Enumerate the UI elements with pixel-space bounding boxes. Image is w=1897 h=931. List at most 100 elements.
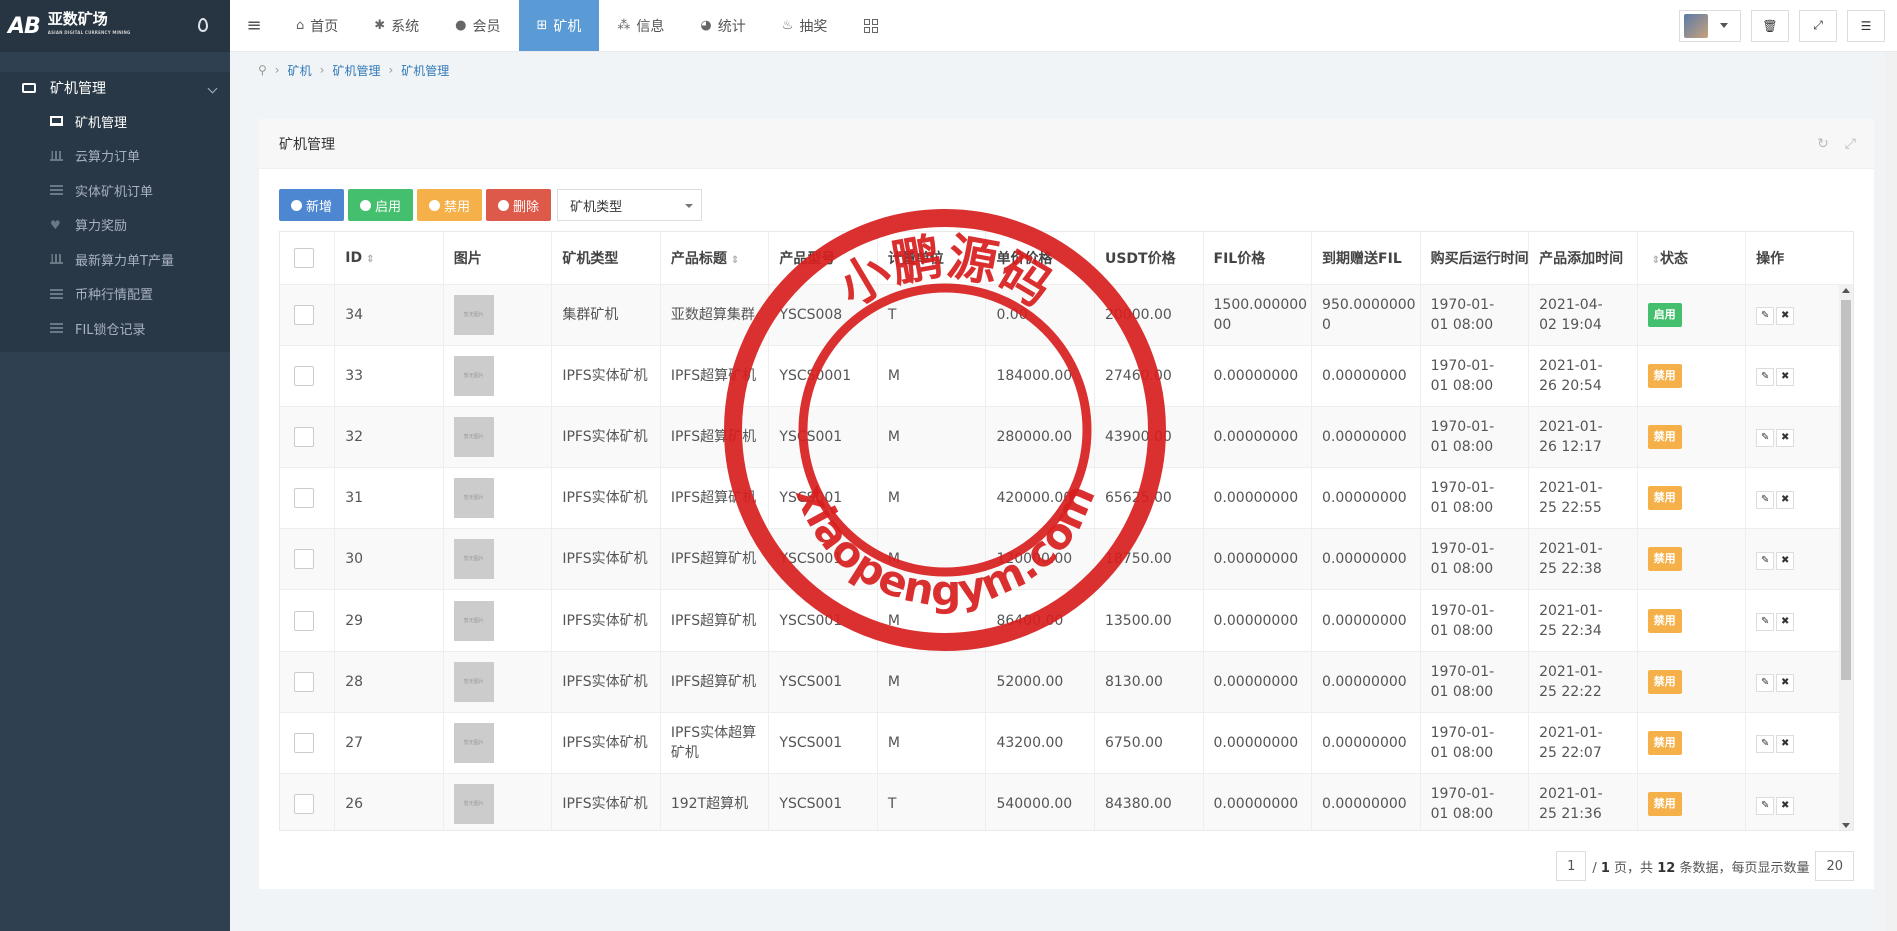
edit-icon[interactable]: ✎ bbox=[1756, 429, 1775, 448]
cell-run: 1970-01-01 08:00 bbox=[1420, 467, 1530, 529]
row-checkbox[interactable] bbox=[294, 671, 314, 692]
table-scrollbar[interactable] bbox=[1839, 284, 1853, 830]
col-id[interactable]: ID ⇕ bbox=[334, 232, 444, 284]
tab-label: 抽奖 bbox=[799, 18, 828, 35]
delete-button[interactable]: 删除 bbox=[486, 189, 552, 221]
tab-label: 矿机 bbox=[553, 18, 582, 35]
page-size-input[interactable]: 20 bbox=[1815, 851, 1854, 881]
status-badge[interactable]: 禁用 bbox=[1647, 792, 1682, 817]
scroll-up-icon[interactable] bbox=[1842, 288, 1850, 293]
tab-home[interactable]: ⌂ 首页 bbox=[278, 0, 356, 51]
sidebar-item-market-config[interactable]: 币种行情配置 bbox=[0, 277, 230, 312]
col-added: 产品添加时间 bbox=[1528, 232, 1638, 284]
row-checkbox[interactable] bbox=[294, 549, 314, 570]
status-badge[interactable]: 禁用 bbox=[1647, 363, 1682, 388]
edit-icon[interactable]: ✎ bbox=[1756, 368, 1775, 387]
scroll-thumb[interactable] bbox=[1841, 300, 1851, 680]
sidebar-item-output[interactable]: 最新算力单T产量 bbox=[0, 242, 230, 277]
tab-miner[interactable]: ⊞ 矿机 bbox=[518, 0, 600, 51]
cell-gift: 0.00000000 bbox=[1311, 467, 1421, 529]
edit-icon[interactable]: ✎ bbox=[1756, 796, 1775, 815]
sidebar-item-fil-lock[interactable]: FIL锁仓记录 bbox=[0, 311, 230, 346]
delete-icon[interactable]: ✖ bbox=[1776, 674, 1795, 693]
breadcrumb-item[interactable]: 矿机管理 bbox=[401, 62, 449, 79]
status-badge[interactable]: 禁用 bbox=[1647, 669, 1682, 694]
cell-type: IPFS实体矿机 bbox=[551, 772, 661, 830]
row-checkbox[interactable] bbox=[294, 794, 314, 815]
user-menu[interactable] bbox=[1679, 9, 1741, 42]
table-row[interactable]: 32 暂无图片 IPFS实体矿机 IPFS超算矿机 YSCS001 M 280000.00 4… bbox=[280, 405, 1853, 468]
theme-drop-icon[interactable] bbox=[198, 18, 208, 32]
sidebar-item-physical-orders[interactable]: 实体矿机订单 bbox=[0, 173, 230, 208]
list-icon bbox=[50, 323, 63, 334]
table-row[interactable]: 27 暂无图片 IPFS实体矿机 IPFS实体超算矿机 YSCS001 M 43200.00… bbox=[280, 711, 1853, 774]
page-input[interactable]: 1 bbox=[1556, 851, 1587, 881]
cell-title: IPFS实体超算矿机 bbox=[660, 711, 770, 774]
table-row[interactable]: 30 暂无图片 IPFS实体矿机 IPFS超算矿机 YSCS001 M 120000.00 1… bbox=[280, 528, 1853, 590]
sidebar-section-miner[interactable]: 矿机管理 bbox=[0, 72, 230, 104]
apps-grid-icon[interactable] bbox=[845, 0, 897, 51]
hamburger-menu-icon[interactable]: ≡ bbox=[230, 0, 278, 51]
table-row[interactable]: 34 暂无图片 集群矿机 亚数超算集群 YSCS008 T 0.00 20000.00 1500… bbox=[280, 283, 1853, 346]
expand-icon[interactable]: ⤢ bbox=[1845, 136, 1856, 152]
tab-member[interactable]: ● 会员 bbox=[437, 0, 518, 51]
row-checkbox[interactable] bbox=[294, 426, 314, 447]
edit-icon[interactable]: ✎ bbox=[1756, 613, 1775, 632]
edit-icon[interactable]: ✎ bbox=[1756, 674, 1775, 693]
delete-icon[interactable]: ✖ bbox=[1776, 735, 1795, 754]
col-status[interactable]: ⇕状态 bbox=[1637, 232, 1747, 284]
status-badge[interactable]: 禁用 bbox=[1647, 730, 1682, 755]
delete-icon[interactable]: ✖ bbox=[1776, 796, 1795, 815]
table-row[interactable]: 28 暂无图片 IPFS实体矿机 IPFS超算矿机 YSCS001 M 52000.00 81… bbox=[280, 650, 1853, 713]
settings-button[interactable]: ☰ bbox=[1847, 9, 1885, 42]
page-scrollbar[interactable] bbox=[1885, 52, 1897, 931]
cell-added: 2021-01-25 22:55 bbox=[1528, 467, 1638, 529]
sidebar-item-miner-manage[interactable]: 矿机管理 bbox=[0, 104, 230, 139]
sidebar-item-cloud-orders[interactable]: 云算力订单 bbox=[0, 139, 230, 174]
status-badge[interactable]: 禁用 bbox=[1647, 486, 1682, 511]
breadcrumb-item[interactable]: 矿机管理 bbox=[332, 62, 380, 79]
delete-icon[interactable]: ✖ bbox=[1776, 429, 1795, 448]
table-row[interactable]: 31 暂无图片 IPFS实体矿机 IPFS超算矿机 YSCS001 M 420000.00 6… bbox=[280, 467, 1853, 529]
delete-icon[interactable]: ✖ bbox=[1776, 307, 1795, 326]
table-row[interactable]: 29 暂无图片 IPFS实体矿机 IPFS超算矿机 YSCS001 M 86400.00 13… bbox=[280, 589, 1853, 652]
edit-icon[interactable]: ✎ bbox=[1756, 735, 1775, 754]
breadcrumb-item[interactable]: 矿机 bbox=[288, 62, 312, 79]
row-checkbox[interactable] bbox=[294, 488, 314, 509]
edit-icon[interactable]: ✎ bbox=[1756, 490, 1775, 509]
sidebar-item-rewards[interactable]: ♥ 算力奖励 bbox=[0, 208, 230, 243]
select-all-checkbox[interactable] bbox=[294, 247, 314, 268]
delete-icon[interactable]: ✖ bbox=[1776, 490, 1795, 509]
tab-lottery[interactable]: ♨ 抽奖 bbox=[764, 0, 846, 51]
miner-type-select[interactable]: 矿机类型 bbox=[557, 189, 703, 221]
row-checkbox[interactable] bbox=[294, 610, 314, 631]
tab-info[interactable]: ⁂ 信息 bbox=[599, 0, 682, 51]
col-title[interactable]: 产品标题 ⇕ bbox=[660, 232, 770, 284]
fullscreen-button[interactable]: ⤢ bbox=[1799, 9, 1837, 42]
status-badge[interactable]: 禁用 bbox=[1647, 608, 1682, 633]
col-price: 单价价格 bbox=[985, 232, 1095, 284]
edit-icon[interactable]: ✎ bbox=[1756, 551, 1775, 570]
row-checkbox[interactable] bbox=[294, 304, 314, 325]
table-row[interactable]: 33 暂无图片 IPFS实体矿机 IPFS超算矿机 YSCS0001 M 184000.00… bbox=[280, 344, 1853, 407]
row-checkbox[interactable] bbox=[294, 365, 314, 386]
status-badge[interactable]: 启用 bbox=[1647, 302, 1682, 327]
logo[interactable]: AB 亚数矿场 ASIAN DIGITAL CURRENCY MINING bbox=[0, 0, 230, 52]
add-button[interactable]: 新增 bbox=[279, 189, 345, 221]
status-badge[interactable]: 禁用 bbox=[1647, 547, 1682, 572]
tab-system[interactable]: ✱ 系统 bbox=[356, 0, 437, 51]
table-row[interactable]: 26 暂无图片 IPFS实体矿机 192T超算机 YSCS001 T 540000.00 84… bbox=[280, 772, 1853, 830]
delete-icon[interactable]: ✖ bbox=[1776, 551, 1795, 570]
tab-stats[interactable]: ◕ 统计 bbox=[682, 0, 763, 51]
delete-icon[interactable]: ✖ bbox=[1776, 368, 1795, 387]
delete-icon[interactable]: ✖ bbox=[1776, 613, 1795, 632]
sort-icon: ⇕ bbox=[730, 254, 740, 266]
edit-icon[interactable]: ✎ bbox=[1756, 307, 1775, 326]
enable-button[interactable]: 启用 bbox=[348, 189, 414, 221]
trash-button[interactable]: 🗑 bbox=[1751, 9, 1789, 42]
scroll-down-icon[interactable] bbox=[1842, 823, 1850, 828]
row-checkbox[interactable] bbox=[294, 732, 314, 753]
status-badge[interactable]: 禁用 bbox=[1647, 424, 1682, 449]
disable-button[interactable]: 禁用 bbox=[417, 189, 483, 221]
refresh-icon[interactable]: ↻ bbox=[1817, 136, 1829, 152]
